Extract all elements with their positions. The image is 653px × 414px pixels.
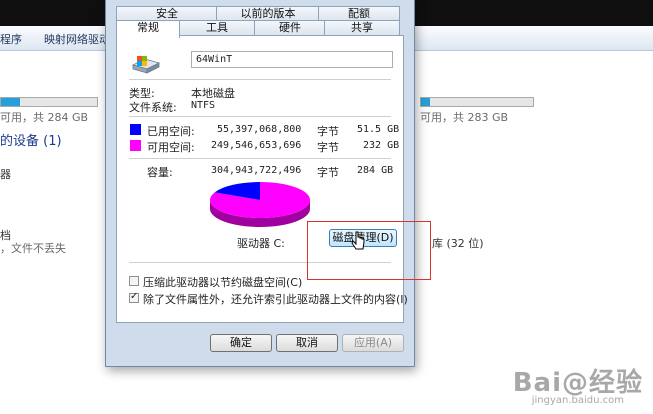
tab-hardware[interactable]: 硬件 (254, 20, 326, 35)
device-label: 器 (0, 168, 11, 181)
toolbar-programs[interactable]: 程序 (0, 31, 22, 47)
tab-sharing[interactable]: 共享 (324, 20, 400, 35)
drive-d-free-text: 可用，共 283 GB (420, 111, 509, 124)
tab-general[interactable]: 常规 (116, 20, 180, 38)
separator (129, 116, 391, 117)
used-space-size: 51.5 GB (357, 124, 400, 135)
drive-c-free-text: 可用，共 284 GB (0, 111, 89, 124)
toolbar-map-network-drive[interactable]: 映射网络驱动 (44, 31, 110, 47)
watermark-brand: Bai@经验 (512, 368, 643, 398)
cancel-button[interactable]: 取消 (276, 334, 338, 352)
watermark-url: jingyan.baidu.com (531, 395, 624, 406)
filesystem-value: NTFS (191, 100, 216, 111)
index-contents-checkbox[interactable] (129, 291, 139, 303)
free-space-bytes: 249,546,653,696 (211, 140, 302, 151)
tab-row-top: 安全 以前的版本 配额 (116, 6, 400, 21)
capacity-unit: 字节 (317, 166, 339, 179)
free-space-unit: 字节 (317, 141, 339, 154)
type-value: 本地磁盘 (191, 87, 235, 100)
free-space-swatch (130, 140, 141, 151)
tab-tools[interactable]: 工具 (178, 20, 256, 35)
compress-drive-checkbox[interactable] (129, 276, 139, 286)
used-space-swatch (130, 124, 141, 135)
volume-name-input[interactable]: 64WinT (191, 51, 393, 68)
compress-drive-label: 压缩此驱动器以节约磁盘空间(C) (143, 276, 303, 289)
library-right-label: 库 (32 位) (432, 237, 484, 250)
drive-properties-dialog: 安全 以前的版本 配额 常规 工具 硬件 共享 64WinT 类型: 本地磁盘 … (105, 0, 415, 367)
used-space-unit: 字节 (317, 125, 339, 138)
hard-drive-icon (131, 56, 161, 74)
free-space-size: 232 GB (363, 140, 400, 151)
drive-d-capacity-bar (420, 97, 534, 107)
tab-quota[interactable]: 配额 (318, 6, 400, 21)
library-description: ，文件不丢失 (0, 242, 66, 255)
capacity-bytes: 304,943,722,496 (211, 165, 302, 176)
tab-previous-versions[interactable]: 以前的版本 (216, 6, 320, 21)
highlight-annotation-box (307, 221, 431, 280)
capacity-label: 容量: (147, 166, 173, 179)
ok-button[interactable]: 确定 (210, 334, 272, 352)
separator (129, 158, 391, 159)
drive-label: 驱动器 C: (237, 237, 285, 250)
devices-section-header[interactable]: 的设备 (1) (0, 130, 62, 149)
separator (129, 79, 391, 80)
free-space-label: 可用空间: (147, 141, 195, 154)
tab-security[interactable]: 安全 (116, 6, 218, 21)
used-space-label: 已用空间: (147, 125, 195, 138)
tab-row-bottom: 常规 工具 硬件 共享 (116, 20, 400, 38)
baidu-watermark: Bai@经验 jingyan.baidu.com (513, 362, 643, 406)
used-space-bytes: 55,397,068,800 (217, 124, 302, 135)
disk-usage-pie-chart (210, 182, 310, 227)
index-contents-label: 除了文件属性外，还允许索引此驱动器上文件的内容(I) (143, 293, 408, 306)
capacity-size: 284 GB (357, 165, 394, 176)
filesystem-label: 文件系统: (129, 101, 177, 114)
mouse-cursor-icon (351, 231, 365, 250)
apply-button[interactable]: 应用(A) (342, 334, 404, 352)
drive-c-capacity-bar (0, 97, 98, 107)
